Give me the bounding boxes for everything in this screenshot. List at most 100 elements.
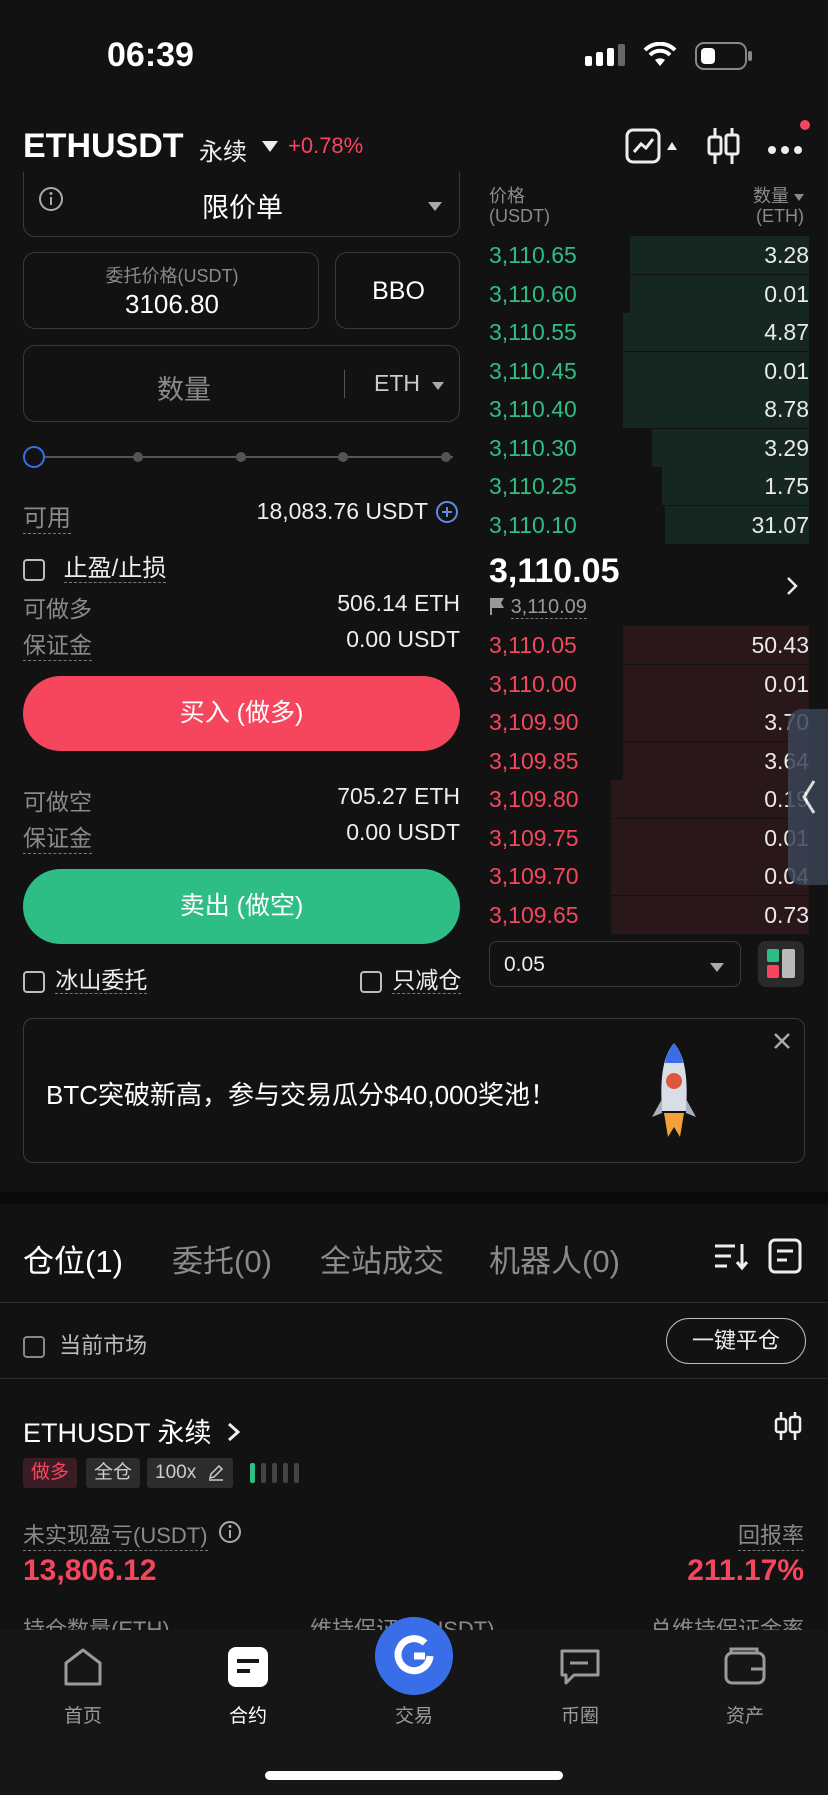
bid-price: 3,109.65 (489, 901, 579, 928)
bbo-button[interactable]: BBO (335, 252, 460, 329)
chevron-down-icon (428, 199, 442, 217)
ask-quantity: 0.01 (764, 280, 809, 307)
price-input-value[interactable]: 3106.80 (24, 289, 320, 320)
candlestick-icon[interactable] (706, 126, 740, 171)
slider-tick[interactable] (133, 452, 143, 462)
tpsl-checkbox[interactable]: 止盈/止损 (23, 548, 167, 583)
orderbook-layout-button[interactable] (758, 941, 804, 987)
bid-row[interactable]: 3,109.75 0.01 (489, 818, 809, 857)
precision-value: 0.05 (504, 953, 545, 976)
quantity-input[interactable]: 数量 ETH (23, 345, 460, 422)
bid-row[interactable]: 3,110.05 50.43 (489, 626, 809, 664)
short-margin-value: 0.00 USDT (346, 819, 460, 845)
banner-text: BTC突破新高，参与交易瓜分$40,000奖池！ (46, 1080, 556, 1110)
close-all-button[interactable]: 一键平仓 (666, 1318, 806, 1364)
ask-quantity: 4.87 (764, 319, 809, 345)
sort-icon[interactable] (713, 1240, 749, 1277)
position-symbol[interactable]: ETHUSDT 永续 (23, 1411, 241, 1450)
side-drawer-handle[interactable] (788, 709, 828, 885)
reduce-only-checkbox[interactable]: 只减仓 (360, 961, 462, 995)
ask-row[interactable]: 3,110.55 4.87 (489, 313, 809, 351)
mark-price-value: 3,110.09 (510, 596, 587, 619)
current-market-label: 当前市场 (59, 1333, 148, 1358)
orderbook-qty-header: 数量 (ETH) (752, 186, 804, 226)
document-icon[interactable] (768, 1238, 802, 1279)
trade-center-button[interactable] (375, 1617, 453, 1695)
tab-bots[interactable]: 机器人(0) (489, 1236, 620, 1281)
ask-price: 3,110.40 (489, 396, 577, 422)
nav-assets[interactable]: 资产 (685, 1645, 805, 1728)
leverage-value: 100x (155, 1462, 197, 1483)
chevron-right-icon[interactable] (786, 576, 798, 601)
ask-quantity: 31.07 (751, 511, 809, 538)
home-indicator (265, 1771, 563, 1780)
orderbook-asks: 3,110.65 3.28 3,110.60 0.01 3,110.55 4.87 3,11… (489, 236, 809, 546)
checkbox-icon[interactable] (23, 1336, 45, 1359)
divider (344, 370, 345, 398)
iceberg-checkbox[interactable]: 冰山委托 (23, 961, 148, 995)
nav-community[interactable]: 币圈 (520, 1645, 640, 1728)
tab-positions[interactable]: 仓位(1) (23, 1236, 123, 1281)
slider-tick[interactable] (338, 452, 348, 462)
checkbox-icon[interactable] (23, 970, 45, 993)
quantity-slider[interactable] (23, 445, 453, 469)
bid-quantity: 50.43 (751, 632, 809, 658)
long-margin-value: 0.00 USDT (346, 626, 460, 652)
bid-price: 3,109.85 (489, 747, 579, 774)
bid-row[interactable]: 3,109.80 0.19 (489, 780, 809, 818)
bid-row[interactable]: 3,109.65 0.73 (489, 895, 809, 934)
chevron-down-icon (710, 960, 724, 978)
precision-select[interactable]: 0.05 (489, 941, 741, 987)
quantity-placeholder: 数量 (157, 375, 211, 405)
roe-value: 211.17% (687, 1554, 804, 1587)
bid-row[interactable]: 3,109.85 3.64 (489, 741, 809, 780)
layout-icon (767, 949, 795, 978)
pnl-label: 未实现盈亏(USDT) (23, 1518, 208, 1551)
tab-trades[interactable]: 全站成交 (320, 1236, 444, 1281)
ask-row[interactable]: 3,110.10 31.07 (489, 505, 809, 544)
divider (0, 1378, 828, 1379)
tab-orders[interactable]: 委托(0) (172, 1236, 272, 1281)
contract-type[interactable]: 永续 (199, 132, 247, 167)
nav-futures-label: 合约 (228, 1706, 267, 1727)
bid-row[interactable]: 3,109.90 3.70 (489, 703, 809, 741)
nav-home[interactable]: 首页 (23, 1645, 143, 1728)
add-funds-icon[interactable] (435, 500, 459, 529)
current-market-checkbox[interactable]: 当前市场 (23, 1328, 147, 1360)
symbol-dropdown-icon[interactable] (262, 140, 278, 158)
bid-row[interactable]: 3,110.00 0.01 (489, 664, 809, 703)
promo-banner[interactable]: BTC突破新高，参与交易瓜分$40,000奖池！ (23, 1018, 805, 1163)
chat-icon (560, 1649, 600, 1685)
chart-icon[interactable] (625, 128, 683, 169)
close-icon[interactable] (772, 1031, 792, 1056)
ask-row[interactable]: 3,110.30 3.29 (489, 428, 809, 467)
sell-short-button[interactable]: 卖出 (做空) (23, 869, 460, 944)
more-icon[interactable] (767, 142, 803, 160)
ask-row[interactable]: 3,110.40 8.78 (489, 390, 809, 428)
buy-long-button[interactable]: 买入 (做多) (23, 676, 460, 751)
slider-tick[interactable] (441, 452, 451, 462)
reduce-only-label: 只减仓 (392, 967, 462, 994)
slider-handle[interactable] (23, 446, 45, 468)
quantity-unit-select[interactable]: ETH (374, 370, 445, 397)
ask-row[interactable]: 3,110.25 1.75 (489, 467, 809, 505)
leverage-badge[interactable]: 100x (147, 1458, 234, 1488)
margin-mode-badge[interactable]: 全仓 (86, 1458, 141, 1488)
order-type-select[interactable]: 限价单 (23, 172, 460, 237)
checkbox-icon[interactable] (360, 970, 382, 993)
nav-futures[interactable]: 合约 (188, 1645, 308, 1728)
ask-row[interactable]: 3,110.65 3.28 (489, 236, 809, 274)
checkbox-icon[interactable] (23, 558, 45, 581)
bid-row[interactable]: 3,109.70 0.04 (489, 857, 809, 895)
price-input[interactable]: 委托价格(USDT) 3106.80 (23, 252, 319, 329)
slider-tick[interactable] (236, 452, 246, 462)
available-value: 18,083.76 USDT (256, 498, 428, 524)
symbol-title[interactable]: ETHUSDT (23, 127, 184, 166)
price-change: +0.78% (288, 133, 364, 158)
ask-row[interactable]: 3,110.45 0.01 (489, 351, 809, 390)
position-chart-icon[interactable] (774, 1410, 802, 1447)
ask-row[interactable]: 3,110.60 0.01 (489, 274, 809, 313)
can-short-value: 705.27 ETH (337, 783, 460, 809)
pnl-info-icon[interactable] (218, 1520, 242, 1549)
ask-quantity: 3.29 (764, 434, 809, 461)
